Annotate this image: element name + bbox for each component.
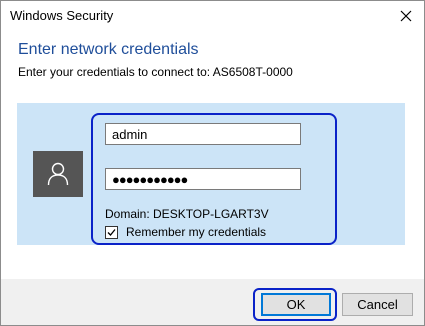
windows-security-dialog: Windows Security Enter network credentia… [0,0,425,326]
window-title: Windows Security [10,8,114,23]
password-field[interactable]: ●●●●●●●●●●● [105,168,301,190]
close-icon [400,10,412,22]
domain-label: Domain: DESKTOP-LGART3V [105,207,269,221]
title-bar: Windows Security [1,1,424,31]
credential-panel: admin ●●●●●●●●●●● Domain: DESKTOP-LGART3… [17,103,405,245]
remember-credentials-option[interactable]: Remember my credentials [105,225,266,239]
button-bar: OK Cancel [1,279,424,325]
close-button[interactable] [394,5,418,27]
user-icon [47,162,69,186]
dialog-subheading: Enter your credentials to connect to: AS… [18,65,293,79]
cancel-button[interactable]: Cancel [342,293,413,316]
checkmark-icon [107,228,116,236]
ok-button[interactable]: OK [261,293,331,316]
remember-label: Remember my credentials [126,225,267,239]
avatar [33,151,83,197]
remember-checkbox[interactable] [105,225,118,239]
username-field[interactable]: admin [105,123,301,145]
dialog-heading: Enter network credentials [18,41,199,58]
